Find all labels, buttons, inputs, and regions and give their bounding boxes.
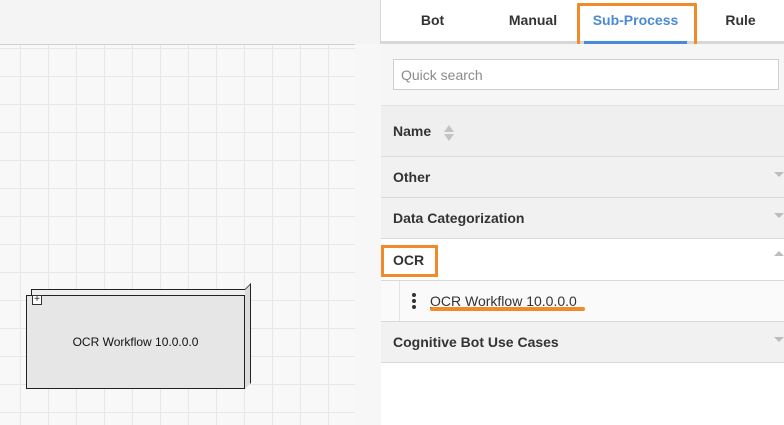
- caret-down-icon: [774, 172, 784, 177]
- tree-gutter: [399, 281, 400, 321]
- list-item: OCR Workflow 10.0.0.0: [381, 281, 784, 322]
- group-row-cognitive-bot-use-cases[interactable]: Cognitive Bot Use Cases: [381, 322, 784, 363]
- tab-bot[interactable]: Bot: [411, 0, 454, 41]
- link-underline-annotation: [430, 307, 585, 311]
- group-label: Other: [393, 169, 431, 185]
- group-row-other[interactable]: Other: [381, 157, 784, 198]
- caret-down-icon: [774, 213, 784, 218]
- ocr-highlight-annotation: [381, 245, 438, 277]
- caret-down-icon: [774, 337, 784, 342]
- search-bar: [381, 44, 784, 106]
- workflow-canvas[interactable]: OCR Workflow 10.0.0.0 +: [0, 0, 381, 425]
- tab-manual[interactable]: Manual: [499, 0, 567, 41]
- sort-icon[interactable]: [443, 124, 455, 142]
- kebab-icon[interactable]: [410, 293, 418, 311]
- palette-panel: Bot Manual Sub-Process Rule Name Other D…: [381, 0, 784, 425]
- group-label: Cognitive Bot Use Cases: [393, 334, 559, 350]
- canvas-edge: [355, 44, 381, 425]
- process-box-side-face: [245, 283, 251, 389]
- panel-empty-area: [381, 363, 784, 425]
- ocr-workflow-link[interactable]: OCR Workflow 10.0.0.0: [430, 281, 577, 321]
- group-label: Data Categorization: [393, 210, 525, 226]
- canvas-toolbar: [0, 0, 380, 45]
- group-row-ocr[interactable]: OCR: [381, 240, 784, 281]
- name-column-header[interactable]: Name: [393, 106, 431, 157]
- subprocess-node-label: OCR Workflow 10.0.0.0: [72, 335, 199, 349]
- expand-icon[interactable]: +: [32, 295, 42, 305]
- quick-search-input[interactable]: [393, 59, 779, 90]
- group-row-data-categorization[interactable]: Data Categorization: [381, 198, 784, 239]
- list-header: Name: [381, 106, 784, 157]
- caret-up-icon: [774, 251, 784, 256]
- tab-rule[interactable]: Rule: [719, 0, 762, 41]
